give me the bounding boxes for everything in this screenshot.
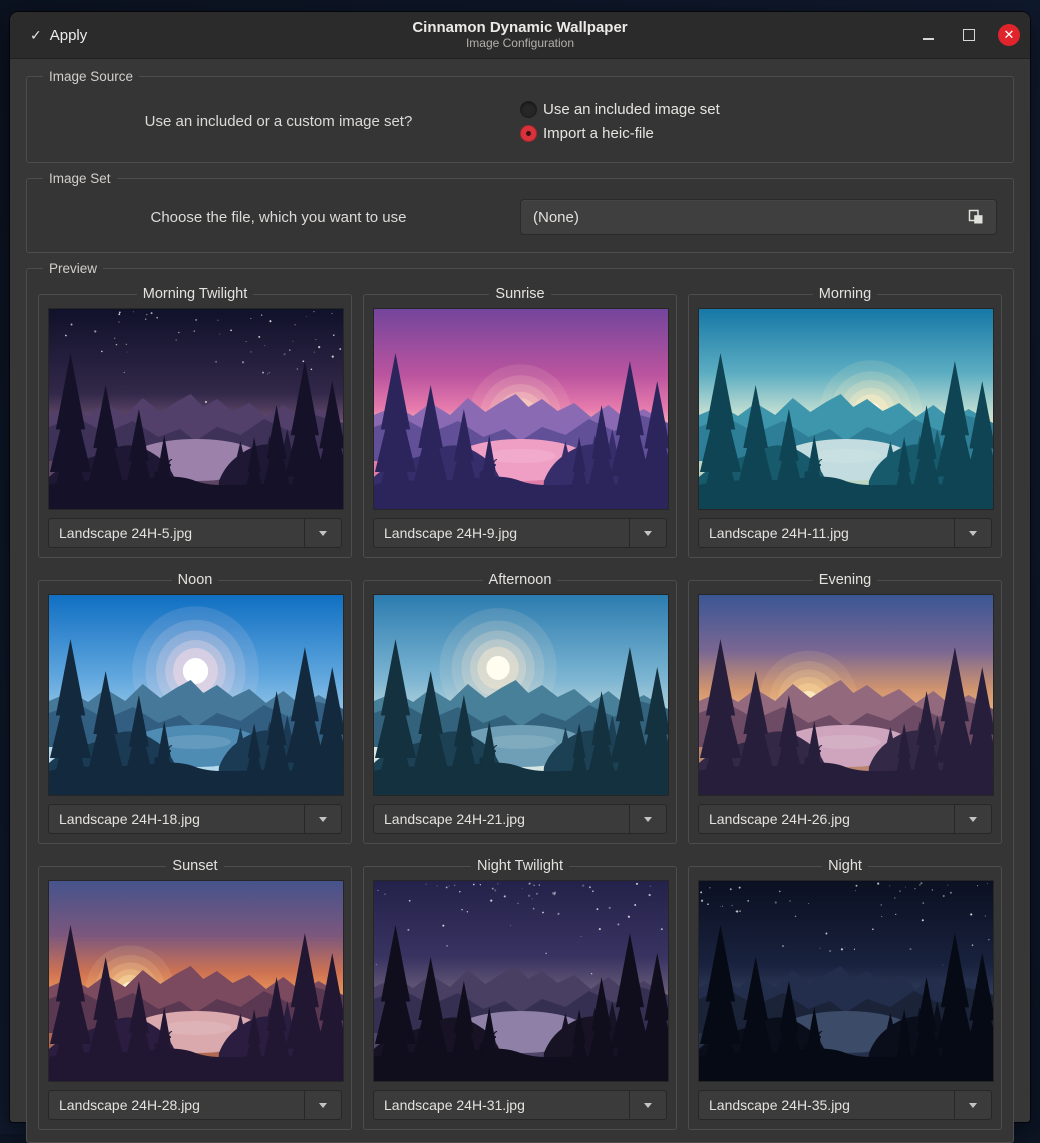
tile-title: Morning Twilight <box>137 286 254 302</box>
image-file-combobox[interactable]: Landscape 24H-9.jpg <box>373 518 667 548</box>
window-title: Cinnamon Dynamic Wallpaper <box>412 19 627 36</box>
image-file-combobox[interactable]: Landscape 24H-35.jpg <box>698 1090 992 1120</box>
combo-dropdown-button[interactable] <box>304 518 342 548</box>
window-content: Image Source Use an included or a custom… <box>10 59 1030 1143</box>
tile-title: Night <box>822 858 868 874</box>
image-file-combobox[interactable]: Landscape 24H-31.jpg <box>373 1090 667 1120</box>
radio-option-label: Import a heic-file <box>543 125 654 142</box>
image-file-combobox[interactable]: Landscape 24H-11.jpg <box>698 518 992 548</box>
combo-value[interactable]: Landscape 24H-11.jpg <box>698 518 954 548</box>
wallpaper-preview-image <box>373 308 669 510</box>
radio-unchecked-icon[interactable] <box>520 101 537 118</box>
image-source-question: Use an included or a custom image set? <box>37 113 520 130</box>
window-controls: ✕ <box>916 12 1020 58</box>
wallpaper-preview-image <box>373 594 669 796</box>
image-file-combobox[interactable]: Landscape 24H-21.jpg <box>373 804 667 834</box>
image-file-combobox[interactable]: Landscape 24H-28.jpg <box>48 1090 342 1120</box>
combo-value[interactable]: Landscape 24H-35.jpg <box>698 1090 954 1120</box>
combo-dropdown-button[interactable] <box>954 518 992 548</box>
combo-value[interactable]: Landscape 24H-21.jpg <box>373 804 629 834</box>
tile-title: Sunset <box>166 858 223 874</box>
preview-legend: Preview <box>43 261 103 276</box>
tile-title: Afternoon <box>483 572 558 588</box>
combo-value[interactable]: Landscape 24H-31.jpg <box>373 1090 629 1120</box>
preview-tile: Morning Landscape 24H-11.jpg <box>688 286 1002 558</box>
wallpaper-preview-image <box>48 308 344 510</box>
chevron-down-icon <box>644 531 652 536</box>
preview-tile: Night Landscape 24H-35.jpg <box>688 858 1002 1130</box>
tile-title: Evening <box>813 572 877 588</box>
file-chooser-value: (None) <box>533 209 968 226</box>
chevron-down-icon <box>969 1103 977 1108</box>
chevron-down-icon <box>969 531 977 536</box>
image-set-label: Choose the file, which you want to use <box>37 209 520 226</box>
window-subtitle: Image Configuration <box>412 37 627 51</box>
preview-tile: Morning Twilight Landscape 24H-5.jpg <box>38 286 352 558</box>
close-icon: ✕ <box>1004 28 1015 41</box>
apply-button[interactable]: ✓ Apply <box>24 23 93 48</box>
combo-dropdown-button[interactable] <box>954 804 992 834</box>
combo-dropdown-button[interactable] <box>629 518 667 548</box>
chevron-down-icon <box>644 1103 652 1108</box>
combo-value[interactable]: Landscape 24H-18.jpg <box>48 804 304 834</box>
tile-title: Sunrise <box>489 286 550 302</box>
image-source-options: Use an included image set Import a heic-… <box>520 95 1003 148</box>
image-source-legend: Image Source <box>43 69 139 84</box>
maximize-button[interactable] <box>957 23 981 47</box>
close-button[interactable]: ✕ <box>998 24 1020 46</box>
preview-tile: Sunrise Landscape 24H-9.jpg <box>363 286 677 558</box>
chevron-down-icon <box>319 817 327 822</box>
chevron-down-icon <box>969 817 977 822</box>
wallpaper-preview-image <box>698 594 994 796</box>
wallpaper-preview-image <box>48 594 344 796</box>
wallpaper-preview-image <box>373 880 669 1082</box>
check-icon: ✓ <box>30 27 42 44</box>
combo-dropdown-button[interactable] <box>304 1090 342 1120</box>
preview-tile: Noon Landscape 24H-18.jpg <box>38 572 352 844</box>
combo-value[interactable]: Landscape 24H-5.jpg <box>48 518 304 548</box>
radio-option-label: Use an included image set <box>543 101 720 118</box>
chevron-down-icon <box>319 531 327 536</box>
preview-tile: Evening Landscape 24H-26.jpg <box>688 572 1002 844</box>
preview-tile: Sunset Landscape 24H-28.jpg <box>38 858 352 1130</box>
combo-dropdown-button[interactable] <box>954 1090 992 1120</box>
image-source-section: Image Source Use an included or a custom… <box>26 69 1014 163</box>
wallpaper-preview-image <box>698 880 994 1082</box>
apply-label: Apply <box>50 27 88 44</box>
combo-dropdown-button[interactable] <box>629 1090 667 1120</box>
preview-grid: Morning Twilight Landscape 24H-5.jpg Sun… <box>37 282 1003 1132</box>
wallpaper-preview-image <box>698 308 994 510</box>
combo-value[interactable]: Landscape 24H-26.jpg <box>698 804 954 834</box>
combo-dropdown-button[interactable] <box>629 804 667 834</box>
radio-checked-icon[interactable] <box>520 125 537 142</box>
radio-option-import-heic[interactable]: Import a heic-file <box>520 125 1003 142</box>
radio-option-included-set[interactable]: Use an included image set <box>520 101 1003 118</box>
maximize-icon <box>963 29 975 41</box>
image-set-legend: Image Set <box>43 171 117 186</box>
tile-title: Noon <box>172 572 219 588</box>
image-file-combobox[interactable]: Landscape 24H-5.jpg <box>48 518 342 548</box>
titlebar[interactable]: ✓ Apply Cinnamon Dynamic Wallpaper Image… <box>10 12 1030 59</box>
minimize-icon <box>923 38 934 40</box>
combo-value[interactable]: Landscape 24H-28.jpg <box>48 1090 304 1120</box>
window-title-group: Cinnamon Dynamic Wallpaper Image Configu… <box>412 19 627 50</box>
image-set-section: Image Set Choose the file, which you wan… <box>26 171 1014 253</box>
minimize-button[interactable] <box>916 23 940 47</box>
file-icon <box>968 209 984 225</box>
chevron-down-icon <box>644 817 652 822</box>
image-file-combobox[interactable]: Landscape 24H-26.jpg <box>698 804 992 834</box>
wallpaper-preview-image <box>48 880 344 1082</box>
preview-tile: Afternoon Landscape 24H-21.jpg <box>363 572 677 844</box>
combo-dropdown-button[interactable] <box>304 804 342 834</box>
preview-tile: Night Twilight Landscape 24H-31.jpg <box>363 858 677 1130</box>
preview-section: Preview Morning Twilight Landscape 24H-5… <box>26 261 1014 1143</box>
chevron-down-icon <box>319 1103 327 1108</box>
image-file-combobox[interactable]: Landscape 24H-18.jpg <box>48 804 342 834</box>
file-chooser-button[interactable]: (None) <box>520 199 997 235</box>
tile-title: Night Twilight <box>471 858 569 874</box>
combo-value[interactable]: Landscape 24H-9.jpg <box>373 518 629 548</box>
tile-title: Morning <box>813 286 877 302</box>
app-window: ✓ Apply Cinnamon Dynamic Wallpaper Image… <box>10 12 1030 1122</box>
